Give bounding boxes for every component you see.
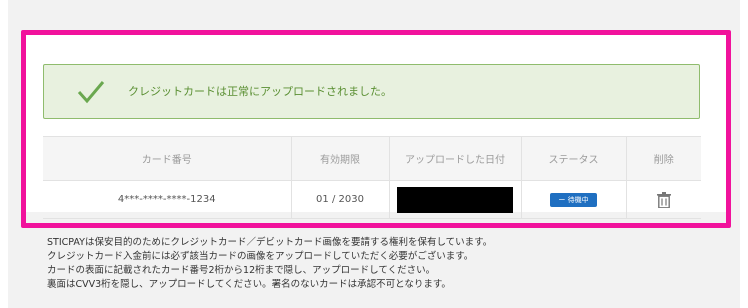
column-header-expiry: 有効期限 bbox=[291, 136, 390, 181]
check-icon bbox=[77, 81, 105, 104]
success-alert: クレジットカードは正常にアップロードされました。 bbox=[43, 64, 700, 119]
delete-cell bbox=[626, 180, 701, 219]
column-header-upload-date: アップロードした日付 bbox=[389, 136, 522, 181]
status-badge: ー 待機中 bbox=[550, 192, 597, 207]
table-header-row: カード番号 有効期限 アップロードした日付 ステータス 削除 bbox=[43, 136, 701, 181]
card-table: カード番号 有効期限 アップロードした日付 ステータス 削除 4***-****… bbox=[43, 136, 701, 219]
table-row: 4***-****-****-1234 01 / 2030 ー 待機中 bbox=[43, 180, 701, 219]
column-header-status: ステータス bbox=[521, 136, 627, 181]
success-message: クレジットカードは正常にアップロードされました。 bbox=[128, 85, 392, 98]
note-line: 裏面はCVV3桁を隠し、アップロードしてください。署名のないカードは承認不可とな… bbox=[47, 279, 451, 290]
trash-icon[interactable] bbox=[656, 191, 671, 208]
expiry-cell: 01 / 2030 bbox=[291, 180, 390, 219]
column-header-delete: 削除 bbox=[626, 136, 701, 181]
card-number-cell: 4***-****-****-1234 bbox=[43, 180, 292, 219]
redacted-upload-date bbox=[397, 186, 513, 213]
note-line: カードの表面に記載されたカード番号2桁から12桁まで隠し、アップロードしてくださ… bbox=[47, 265, 436, 276]
status-cell: ー 待機中 bbox=[521, 180, 627, 219]
notes: STICPAYは保安目的のためにクレジットカード／デビットカード画像を要請する権… bbox=[47, 236, 492, 292]
note-line: STICPAYは保安目的のためにクレジットカード／デビットカード画像を要請する権… bbox=[47, 237, 493, 248]
upload-date-cell bbox=[389, 180, 522, 219]
column-header-card-number: カード番号 bbox=[43, 136, 292, 181]
note-line: クレジットカード入金前には必ず該当カードの画像をアップロードしていただく必要がご… bbox=[47, 251, 474, 262]
